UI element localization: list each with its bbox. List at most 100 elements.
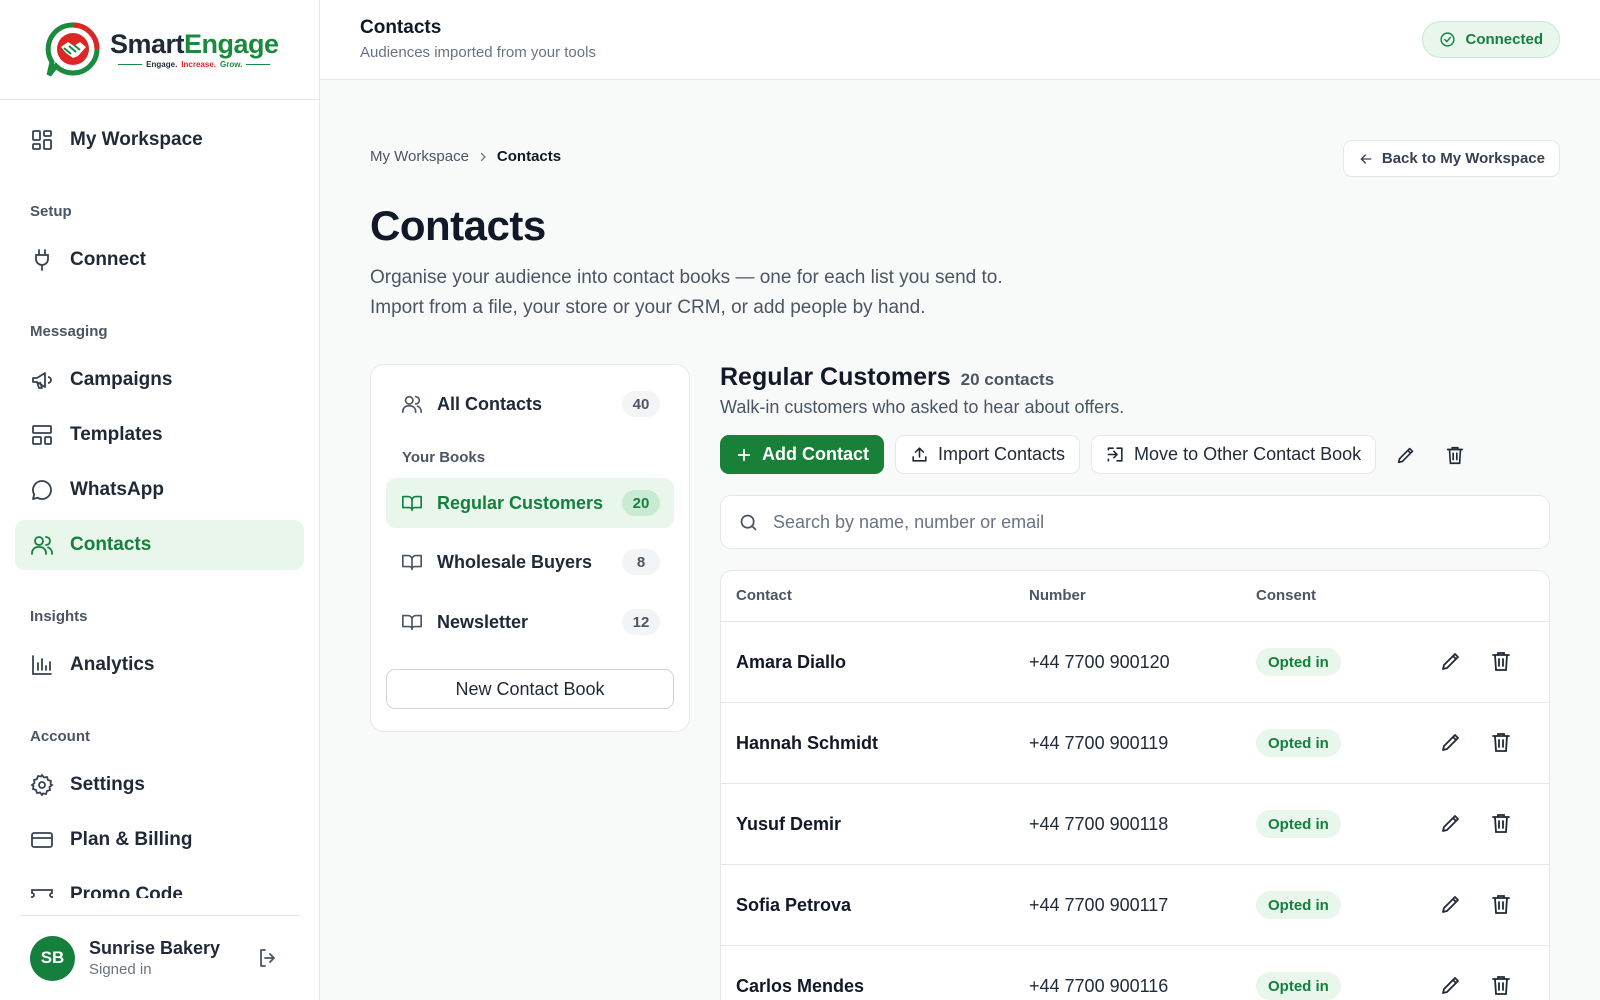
table-row[interactable]: Yusuf Demir +44 7700 900118 Opted in xyxy=(721,784,1549,865)
delete-contact-trash-icon[interactable] xyxy=(1489,730,1513,754)
book-detail-count: 20 contacts xyxy=(960,370,1055,389)
edit-contact-pencil-icon[interactable] xyxy=(1439,973,1463,997)
sidebar-nav: My Workspace Setup Connect Messaging Cam… xyxy=(0,100,320,898)
upload-icon xyxy=(910,445,929,464)
consent-badge: Opted in xyxy=(1256,972,1341,1000)
chat-bubble-icon xyxy=(30,478,54,502)
sidebar-item-label: Promo Code xyxy=(70,884,183,898)
search-input[interactable] xyxy=(773,511,1533,533)
book-all-contacts[interactable]: All Contacts 40 xyxy=(386,379,674,429)
move-contacts-button[interactable]: Move to Other Contact Book xyxy=(1091,435,1377,474)
sidebar-item-whatsapp[interactable]: WhatsApp xyxy=(15,465,304,515)
edit-contact-pencil-icon[interactable] xyxy=(1439,730,1463,754)
plug-icon xyxy=(30,248,54,272)
breadcrumb: My Workspace Contacts xyxy=(370,148,561,165)
tagline-1: Engage. xyxy=(146,60,178,69)
column-header-consent: Consent xyxy=(1256,587,1316,604)
page-description-line: Organise your audience into contact book… xyxy=(370,267,1003,288)
book-count: 8 xyxy=(622,549,660,575)
delete-book-trash-icon[interactable] xyxy=(1436,436,1474,474)
sidebar-item-label: Contacts xyxy=(70,534,152,555)
book-regular-customers[interactable]: Regular Customers 20 xyxy=(386,478,674,528)
page-title: Contacts xyxy=(370,202,546,249)
bar-chart-icon xyxy=(30,653,54,677)
tagline-2: Increase. xyxy=(181,60,216,69)
user-status: Signed in xyxy=(89,961,152,978)
book-open-icon xyxy=(401,611,423,633)
table-header: Contact Number Consent xyxy=(721,571,1549,622)
check-circle-icon xyxy=(1439,31,1456,48)
avatar[interactable]: SB xyxy=(30,935,75,981)
book-count: 12 xyxy=(622,609,660,635)
edit-book-pencil-icon[interactable] xyxy=(1387,436,1425,474)
topbar: Contacts Audiences imported from your to… xyxy=(320,0,1600,80)
connection-status-badge[interactable]: Connected xyxy=(1422,21,1560,58)
column-header-number: Number xyxy=(1029,587,1086,604)
sidebar-item-campaigns[interactable]: Campaigns xyxy=(15,355,304,405)
sidebar-item-settings[interactable]: Settings xyxy=(15,760,304,810)
plus-icon xyxy=(735,446,753,464)
contact-number: +44 7700 900120 xyxy=(1029,652,1170,672)
book-label: Wholesale Buyers xyxy=(437,551,593,572)
sidebar-item-my-workspace[interactable]: My Workspace xyxy=(15,115,304,165)
main-content: My Workspace Contacts Back to My Workspa… xyxy=(320,80,1600,1000)
import-contacts-label: Import Contacts xyxy=(938,444,1066,464)
table-row[interactable]: Hannah Schmidt +44 7700 900119 Opted in xyxy=(721,703,1549,784)
consent-badge: Opted in xyxy=(1256,891,1341,919)
table-row[interactable]: Sofia Petrova +44 7700 900117 Opted in xyxy=(721,865,1549,946)
column-header-contact: Contact xyxy=(736,587,792,604)
book-newsletter[interactable]: Newsletter 12 xyxy=(386,597,674,647)
nav-section-messaging: Messaging xyxy=(30,323,108,340)
sidebar-item-templates[interactable]: Templates xyxy=(15,410,304,460)
new-contact-book-button[interactable]: New Contact Book xyxy=(386,669,674,709)
delete-contact-trash-icon[interactable] xyxy=(1489,973,1513,997)
gear-icon xyxy=(30,773,54,797)
add-contact-label: Add Contact xyxy=(762,444,869,464)
table-row[interactable]: Amara Diallo +44 7700 900120 Opted in xyxy=(721,622,1549,703)
move-to-folder-icon xyxy=(1106,445,1125,464)
ticket-icon xyxy=(30,883,54,898)
arrow-left-icon xyxy=(1358,151,1374,167)
sidebar-item-contacts[interactable]: Contacts xyxy=(15,520,304,570)
connection-status-label: Connected xyxy=(1465,31,1543,48)
logout-icon[interactable] xyxy=(256,946,280,970)
brand-name-part1: Smart xyxy=(110,29,185,59)
book-open-icon xyxy=(401,551,423,573)
table-row[interactable]: Carlos Mendes +44 7700 900116 Opted in xyxy=(721,946,1549,1000)
contact-name: Carlos Mendes xyxy=(736,976,865,996)
tagline-3: Grow. xyxy=(220,60,243,69)
delete-contact-trash-icon[interactable] xyxy=(1489,892,1513,916)
contact-search-box xyxy=(720,495,1550,549)
contact-number: +44 7700 900117 xyxy=(1029,895,1169,915)
edit-contact-pencil-icon[interactable] xyxy=(1439,892,1463,916)
back-to-workspace-button[interactable]: Back to My Workspace xyxy=(1342,140,1560,177)
delete-contact-trash-icon[interactable] xyxy=(1489,811,1513,835)
topbar-subtitle: Audiences imported from your tools xyxy=(360,44,596,61)
brand-logo[interactable]: SmartEngage Engage. Increase. Grow. xyxy=(0,0,319,100)
page-description: Organise your audience into contact book… xyxy=(370,263,1003,323)
layout-template-icon xyxy=(30,423,54,447)
sidebar-item-billing[interactable]: Plan & Billing xyxy=(15,815,304,865)
contact-name: Yusuf Demir xyxy=(736,814,842,834)
consent-badge: Opted in xyxy=(1256,648,1341,676)
sidebar-item-label: Campaigns xyxy=(70,369,173,390)
sidebar-item-label: WhatsApp xyxy=(70,479,164,500)
contacts-table: Contact Number Consent Amara Diallo +44 … xyxy=(720,570,1550,1000)
sidebar: SmartEngage Engage. Increase. Grow. My W… xyxy=(0,0,320,1000)
edit-contact-pencil-icon[interactable] xyxy=(1439,649,1463,673)
delete-contact-trash-icon[interactable] xyxy=(1489,649,1513,673)
contact-number: +44 7700 900118 xyxy=(1029,814,1169,834)
add-contact-button[interactable]: Add Contact xyxy=(720,435,884,474)
brand-name-part2: Engage xyxy=(184,29,279,59)
import-contacts-button[interactable]: Import Contacts xyxy=(895,435,1081,474)
sidebar-item-connect[interactable]: Connect xyxy=(15,235,304,285)
back-button-label: Back to My Workspace xyxy=(1381,150,1545,167)
edit-contact-pencil-icon[interactable] xyxy=(1439,811,1463,835)
breadcrumb-parent[interactable]: My Workspace xyxy=(370,148,469,165)
sidebar-item-analytics[interactable]: Analytics xyxy=(15,640,304,690)
book-wholesale-buyers[interactable]: Wholesale Buyers 8 xyxy=(386,537,674,587)
sidebar-item-label: Settings xyxy=(70,774,145,795)
books-section-label: Your Books xyxy=(402,449,486,466)
sidebar-item-promo-code[interactable]: Promo Code xyxy=(15,870,304,898)
book-count: 40 xyxy=(622,391,660,417)
